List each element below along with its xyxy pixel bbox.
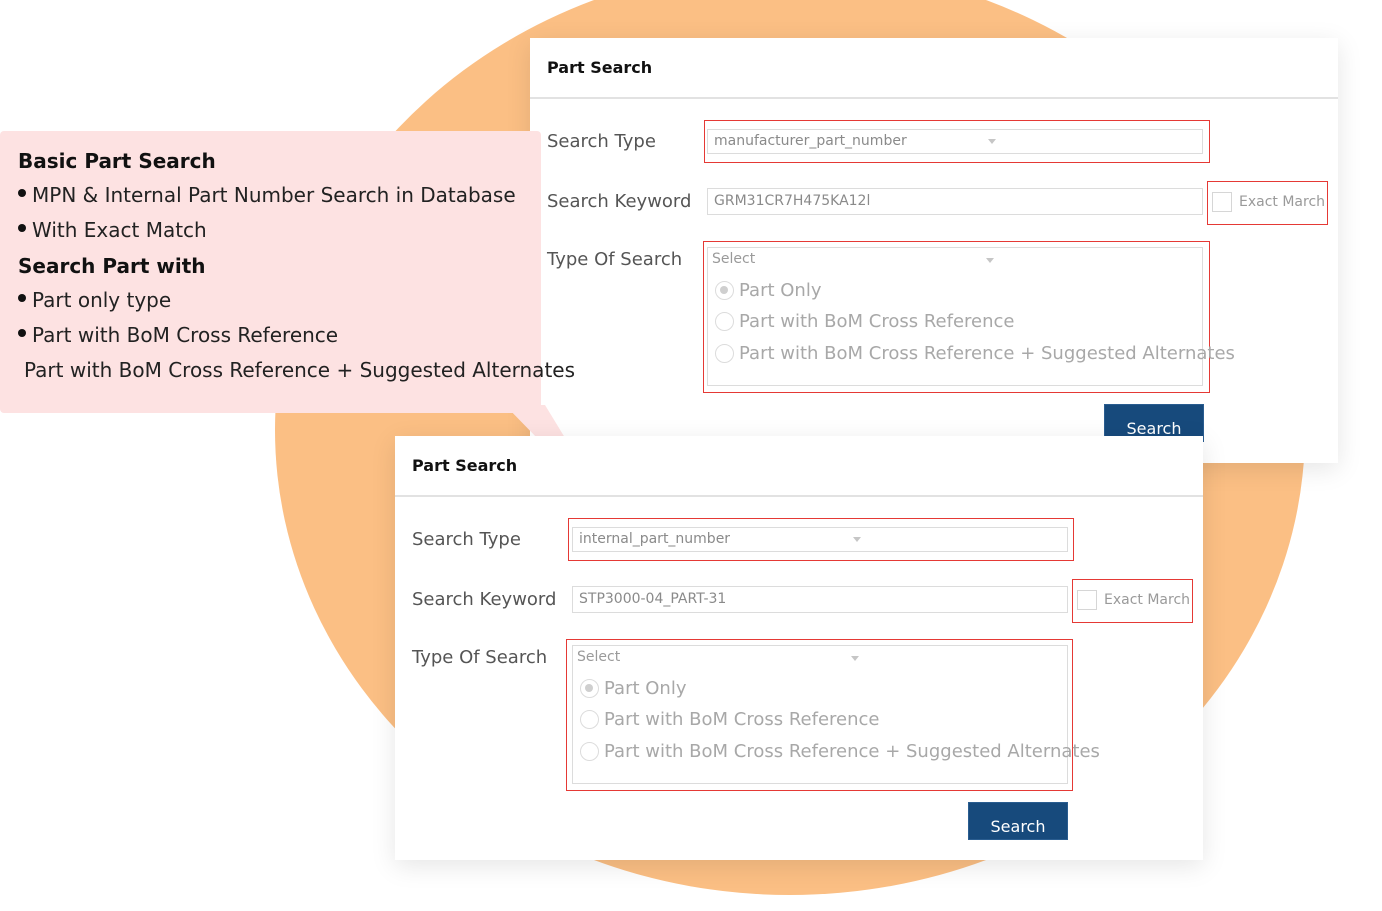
- callout-item: With Exact Match: [18, 218, 541, 242]
- radio-label: Part with BoM Cross Reference + Suggeste…: [604, 741, 1100, 762]
- feature-callout: Basic Part Search MPN & Internal Part Nu…: [0, 131, 575, 413]
- type-of-search-label: Type Of Search: [412, 647, 548, 668]
- callout-item-text: With Exact Match: [32, 218, 207, 242]
- exact-match-checkbox[interactable]: Exact March: [1077, 590, 1190, 610]
- radio-part-bom-xref-alternates[interactable]: Part with BoM Cross Reference + Suggeste…: [580, 741, 1100, 762]
- type-of-search-select[interactable]: Select: [577, 649, 859, 665]
- chevron-down-icon: [853, 537, 861, 542]
- callout-item-text: Part with BoM Cross Reference: [32, 323, 339, 347]
- part-search-panel-internal: Part Search Search Type internal_part_nu…: [395, 436, 1203, 860]
- radio-part-bom-xref[interactable]: Part with BoM Cross Reference: [580, 709, 879, 730]
- bullet-icon: [18, 189, 26, 197]
- checkbox-icon[interactable]: [1077, 590, 1097, 610]
- callout-item-text: MPN & Internal Part Number Search in Dat…: [32, 183, 516, 207]
- bullet-icon: [18, 329, 26, 337]
- radio-icon[interactable]: [580, 710, 599, 729]
- radio-selected-icon[interactable]: [580, 679, 599, 698]
- select-placeholder: Select: [577, 649, 621, 665]
- callout-heading-basic: Basic Part Search: [18, 149, 216, 173]
- search-button[interactable]: Search: [968, 802, 1068, 840]
- radio-label: Part Only: [604, 678, 687, 699]
- radio-icon[interactable]: [580, 742, 599, 761]
- callout-heading-search-with: Search Part with: [18, 254, 206, 278]
- callout-item-text: Part with BoM Cross Reference + Suggeste…: [24, 358, 576, 382]
- callout-item: Part only type: [18, 288, 541, 312]
- search-keyword-label: Search Keyword: [412, 589, 557, 610]
- search-type-label: Search Type: [412, 529, 521, 550]
- search-keyword-value: STP3000-04_PART-31: [579, 591, 727, 607]
- callout-item: Part with BoM Cross Reference: [18, 323, 541, 347]
- callout-item-text: Part only type: [32, 288, 172, 312]
- bullet-icon: [18, 224, 26, 232]
- radio-part-only[interactable]: Part Only: [580, 678, 687, 699]
- chevron-down-icon: [851, 656, 859, 661]
- exact-match-label: Exact March: [1104, 592, 1191, 608]
- panel-title: Part Search: [395, 436, 1203, 497]
- bullet-icon: [18, 294, 26, 302]
- callout-list-search-with: Part only type Part with BoM Cross Refer…: [18, 288, 575, 382]
- type-of-search-group: Select Part Only Part with BoM Cross Ref…: [572, 645, 1100, 784]
- search-type-select[interactable]: internal_part_number: [572, 527, 1068, 552]
- callout-item: MPN & Internal Part Number Search in Dat…: [18, 183, 541, 207]
- callout-list-basic: MPN & Internal Part Number Search in Dat…: [18, 183, 541, 242]
- search-keyword-input[interactable]: STP3000-04_PART-31: [572, 586, 1068, 613]
- search-type-value: internal_part_number: [579, 531, 731, 547]
- radio-label: Part with BoM Cross Reference: [604, 709, 880, 730]
- callout-item: Part with BoM Cross Reference + Suggeste…: [18, 358, 575, 382]
